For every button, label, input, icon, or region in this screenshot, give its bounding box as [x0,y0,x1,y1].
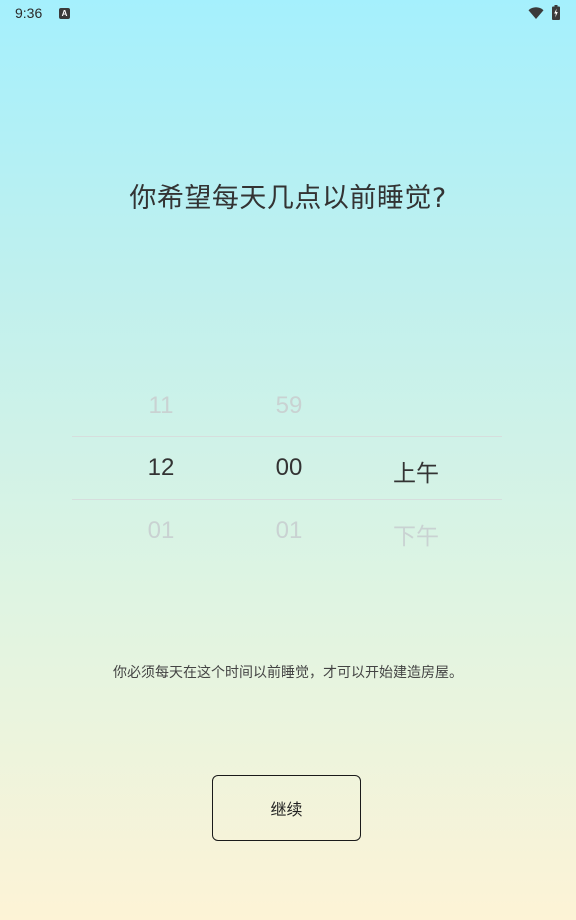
wifi-icon [528,7,544,19]
description-text: 你必须每天在这个时间以前睡觉，才可以开始建造房屋。 [113,665,463,681]
hour-next[interactable]: 01 [111,517,211,545]
minute-wheel[interactable]: 59 00 01 [239,380,339,560]
time-picker[interactable]: 11 12 01 59 00 01 上午 下午 [72,380,502,560]
status-time: 9:36 [15,5,43,21]
page-title: 你希望每天几点以前睡觉? [129,183,447,214]
hour-current[interactable]: 12 [111,454,211,482]
ampm-wheel[interactable]: 上午 下午 [366,380,466,560]
status-bar: 9:36 A [0,0,576,28]
minute-prev[interactable]: 59 [239,392,339,420]
minute-current[interactable]: 00 [239,454,339,482]
minute-next[interactable]: 01 [239,517,339,545]
hour-prev[interactable]: 11 [111,392,211,420]
hour-wheel[interactable]: 11 12 01 [111,380,211,560]
continue-button[interactable]: 继续 [212,775,361,841]
ampm-next[interactable]: 下午 [366,517,466,551]
continue-button-label: 继续 [270,800,303,819]
ampm-current[interactable]: 上午 [366,454,466,488]
battery-charging-icon [552,5,560,20]
notification-app-icon: A [59,8,70,19]
